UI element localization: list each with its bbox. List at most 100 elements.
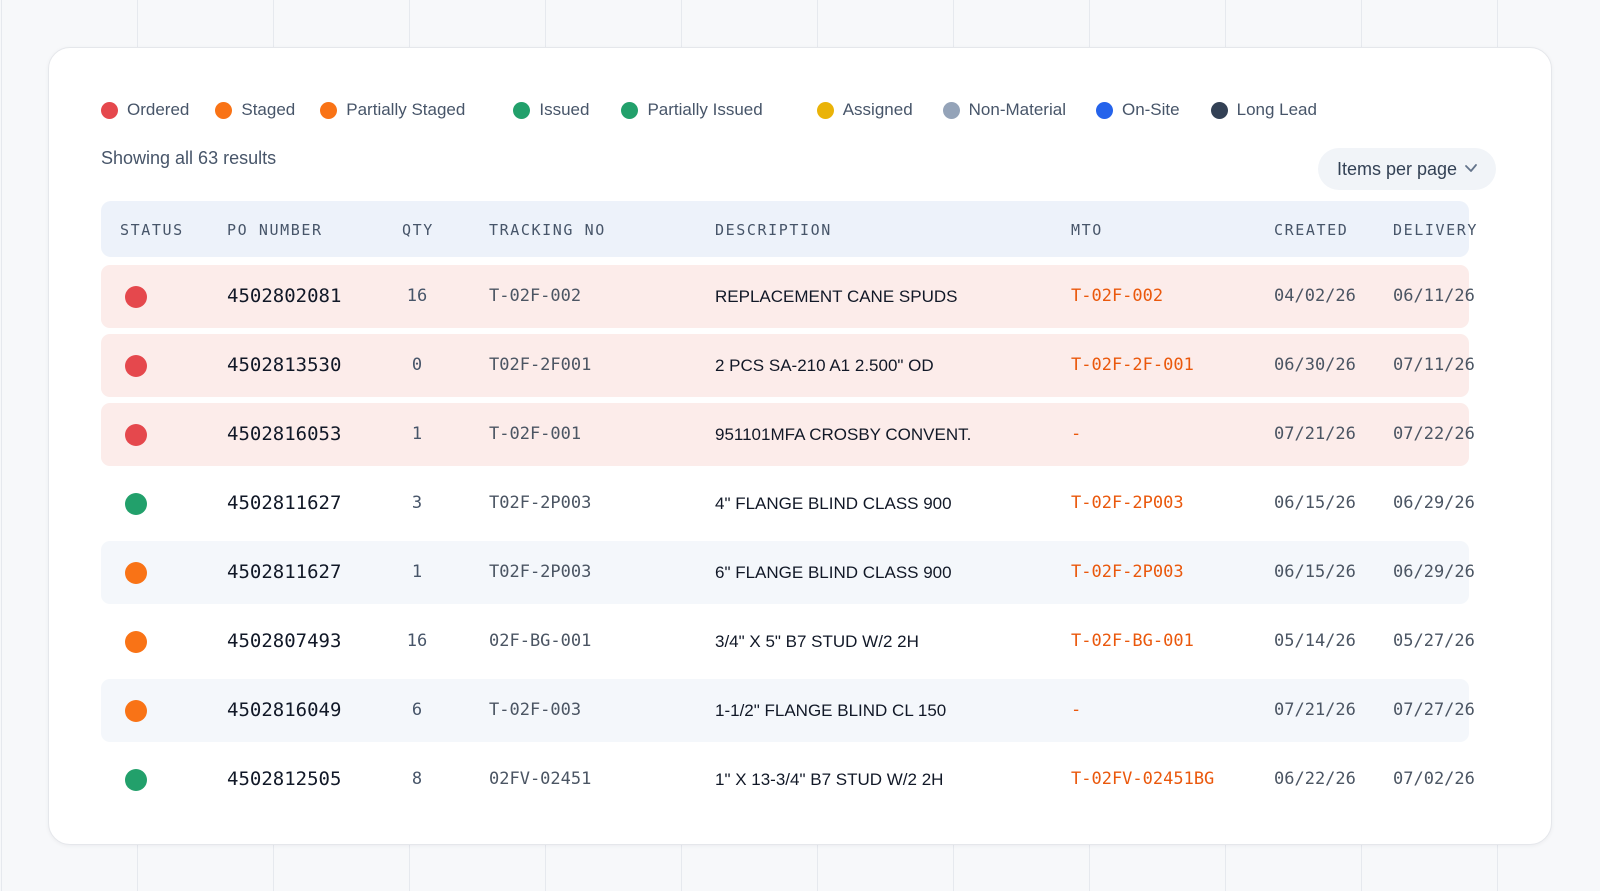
description-cell: 951101MFA CROSBY CONVENT. bbox=[715, 425, 972, 444]
table-row[interactable]: 4502802081 16 T-02F-002 REPLACEMENT CANE SP… bbox=[101, 265, 1475, 328]
description-cell: 1-1/2" FLANGE BLIND CL 150 bbox=[715, 701, 947, 720]
description-cell: 4" FLANGE BLIND CLASS 900 bbox=[715, 494, 952, 513]
legend-item: Non-Material bbox=[942, 100, 1066, 120]
items-per-page-label: Items per page bbox=[1337, 158, 1458, 179]
delivery-date-cell: 06/29/26 bbox=[1393, 493, 1475, 513]
description-cell: 6" FLANGE BLIND CLASS 900 bbox=[715, 563, 952, 582]
status-dot-icon bbox=[621, 101, 639, 119]
column-header-status[interactable]: STATUS bbox=[120, 221, 184, 239]
status-dot-icon bbox=[215, 101, 233, 119]
mto-link[interactable]: T-02F-2P003 bbox=[1071, 472, 1184, 535]
qty-cell: 1 bbox=[411, 562, 423, 582]
table-row[interactable]: 4502807493 16 02F-BG-001 3/4" X 5" B7 STUD … bbox=[101, 610, 1475, 673]
results-count: Showing all 63 results bbox=[101, 148, 277, 168]
mto-link[interactable]: T-02F-2F-001 bbox=[1071, 334, 1194, 397]
legend-label: Partially Issued bbox=[647, 100, 763, 119]
created-date-cell: 06/22/26 bbox=[1274, 769, 1356, 789]
created-date-cell: 06/15/26 bbox=[1274, 562, 1356, 582]
description-cell: REPLACEMENT CANE SPUDS bbox=[715, 287, 958, 306]
description-cell: 2 PCS SA-210 A1 2.500" OD bbox=[715, 356, 934, 375]
status-dot-icon bbox=[320, 101, 338, 119]
status-dot-icon bbox=[125, 631, 147, 653]
mto-link[interactable]: T-02FV-02451BG bbox=[1071, 748, 1214, 811]
status-dot-icon bbox=[125, 355, 147, 377]
legend-item: On-Site bbox=[1095, 100, 1180, 120]
table-row[interactable]: 4502813530 0 T02F-2F001 2 PCS SA-210 A1 2.5… bbox=[101, 334, 1475, 397]
tracking-no-cell: T-02F-002 bbox=[489, 286, 582, 306]
status-dot-icon bbox=[1095, 101, 1113, 119]
po-number-cell: 4502811627 bbox=[227, 561, 342, 583]
legend-label: Long Lead bbox=[1236, 100, 1317, 119]
status-dot-icon bbox=[942, 101, 960, 119]
po-number-cell: 4502811627 bbox=[227, 492, 342, 514]
mto-link: - bbox=[1071, 424, 1082, 444]
created-date-cell: 07/21/26 bbox=[1274, 700, 1356, 720]
po-number-cell: 4502812505 bbox=[227, 768, 342, 790]
delivery-date-cell: 05/27/26 bbox=[1393, 631, 1475, 651]
orders-table: STATUS PO NUMBER QTY TRACKING NO DESCRIP… bbox=[101, 201, 1476, 811]
delivery-date-cell: 06/29/26 bbox=[1393, 562, 1475, 582]
delivery-date-cell: 07/11/26 bbox=[1393, 355, 1475, 375]
column-header-mto[interactable]: MTO bbox=[1071, 221, 1103, 239]
qty-cell: 3 bbox=[411, 493, 423, 513]
legend-label: Staged bbox=[241, 100, 296, 119]
po-number-cell: 4502816053 bbox=[227, 423, 342, 445]
status-dot-icon bbox=[1210, 101, 1228, 119]
tracking-no-cell: T-02F-003 bbox=[489, 700, 582, 720]
status-dot-icon bbox=[101, 101, 118, 119]
created-date-cell: 07/21/26 bbox=[1274, 424, 1356, 444]
legend-item: Long Lead bbox=[1210, 100, 1317, 120]
mto-link[interactable]: T-02F-2P003 bbox=[1071, 541, 1184, 604]
status-dot-icon bbox=[125, 286, 147, 308]
status-dot-icon bbox=[816, 101, 834, 119]
delivery-date-cell: 06/11/26 bbox=[1393, 286, 1475, 306]
legend-item: Staged bbox=[215, 100, 295, 120]
table-row[interactable]: 4502811627 1 T02F-2P003 6" FLANGE BLIND CLA… bbox=[101, 541, 1475, 604]
qty-cell: 16 bbox=[406, 631, 428, 651]
qty-cell: 1 bbox=[411, 424, 423, 444]
legend-item: Assigned bbox=[816, 100, 913, 120]
table-header: STATUS PO NUMBER QTY TRACKING NO DESCRIP… bbox=[101, 201, 1476, 257]
tracking-no-cell: T-02F-001 bbox=[489, 424, 582, 444]
column-header-created[interactable]: CREATED bbox=[1274, 221, 1348, 239]
items-per-page-select[interactable]: Items per page bbox=[1318, 148, 1496, 190]
delivery-date-cell: 07/02/26 bbox=[1393, 769, 1475, 789]
qty-cell: 8 bbox=[411, 769, 423, 789]
tracking-no-cell: 02FV-02451 bbox=[489, 769, 592, 789]
table-row[interactable]: 4502816049 6 T-02F-003 1-1/2" FLANGE BLIND … bbox=[101, 679, 1475, 742]
po-number-cell: 4502807493 bbox=[227, 630, 342, 652]
status-dot-icon bbox=[125, 769, 147, 791]
tracking-no-cell: T02F-2P003 bbox=[489, 562, 592, 582]
delivery-date-cell: 07/22/26 bbox=[1393, 424, 1475, 444]
legend-label: Assigned bbox=[842, 100, 913, 119]
po-number-cell: 4502816049 bbox=[227, 699, 342, 721]
legend-label: Ordered bbox=[127, 100, 190, 119]
mto-link[interactable]: T-02F-002 bbox=[1071, 265, 1163, 328]
tracking-no-cell: 02F-BG-001 bbox=[489, 631, 592, 651]
table-row[interactable]: 4502812505 8 02FV-02451 1" X 13-3/4" B7 STU… bbox=[101, 748, 1475, 811]
status-dot-icon bbox=[513, 101, 531, 119]
created-date-cell: 05/14/26 bbox=[1274, 631, 1356, 651]
qty-cell: 16 bbox=[406, 286, 428, 306]
status-legend: Ordered Staged Partially Staged Issued Parti… bbox=[101, 98, 1317, 122]
description-cell: 1" X 13-3/4" B7 STUD W/2 2H bbox=[715, 770, 944, 789]
created-date-cell: 04/02/26 bbox=[1274, 286, 1356, 306]
column-header-qty[interactable]: QTY bbox=[402, 221, 434, 239]
description-cell: 3/4" X 5" B7 STUD W/2 2H bbox=[715, 632, 919, 651]
status-dot-icon bbox=[125, 562, 147, 584]
qty-cell: 6 bbox=[411, 700, 423, 720]
mto-link[interactable]: T-02F-BG-001 bbox=[1071, 610, 1194, 673]
status-dot-icon bbox=[125, 493, 147, 515]
po-number-cell: 4502813530 bbox=[227, 354, 342, 376]
created-date-cell: 06/30/26 bbox=[1274, 355, 1356, 375]
legend-label: Partially Staged bbox=[346, 100, 466, 119]
mto-link: - bbox=[1071, 700, 1082, 720]
column-header-po-number[interactable]: PO NUMBER bbox=[227, 221, 323, 239]
table-row[interactable]: 4502811627 3 T02F-2P003 4" FLANGE BLIND CLA… bbox=[101, 472, 1475, 535]
column-header-tracking-no[interactable]: TRACKING NO bbox=[489, 221, 606, 239]
column-header-description[interactable]: DESCRIPTION bbox=[715, 221, 832, 239]
legend-label: Non-Material bbox=[968, 100, 1066, 119]
column-header-delivery[interactable]: DELIVERY bbox=[1393, 221, 1478, 239]
table-row[interactable]: 4502816053 1 T-02F-001 951101MFA CROSBY CON… bbox=[101, 403, 1475, 466]
chevron-down-icon bbox=[1465, 164, 1477, 172]
